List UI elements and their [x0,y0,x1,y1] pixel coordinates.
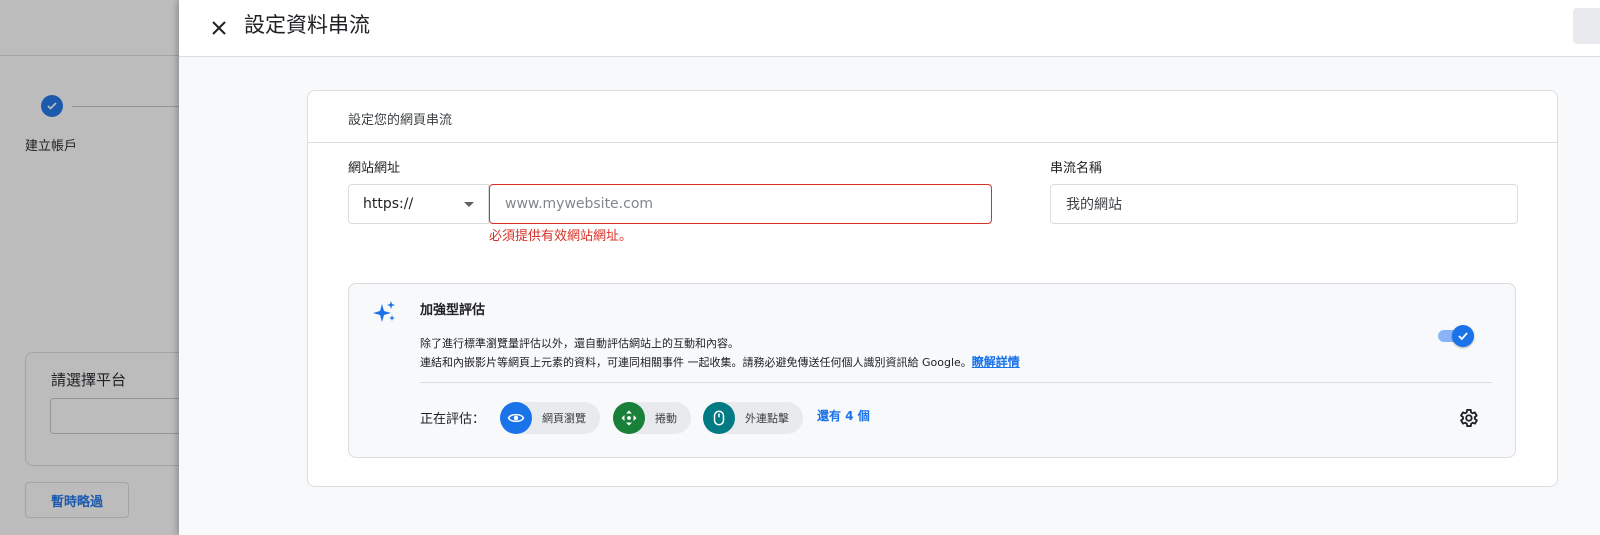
chip-label: 捲動 [655,412,677,425]
chip-outbound-clicks[interactable]: 外連點擊 [703,402,803,434]
sparkle-icon [373,301,395,322]
enhanced-measurement-toggle[interactable] [1438,325,1474,347]
enhanced-description-line2: 連結和內嵌影片等網頁上元素的資料，可連同相關事件 一起收集。請務必避免傳送任何個… [420,353,1020,370]
data-stream-panel: 設定資料串流 設定您的網頁串流 網站網址 https:// 必須提供有效網站網址… [179,0,1600,535]
close-icon [212,21,226,35]
stream-name-input[interactable] [1050,184,1518,224]
modal-scrim[interactable] [0,0,179,535]
chip-label: 網頁瀏覽 [542,412,586,425]
website-url-label: 網站網址 [348,161,401,176]
enhanced-description-line1: 除了進行標準瀏覽量評估以外，還自動評估網站上的互動和內容。 [420,337,739,350]
more-events-link[interactable]: 還有 4 個 [817,407,870,424]
enhanced-divider [420,382,1492,383]
protocol-value: https:// [363,196,414,212]
website-url-input[interactable] [489,184,992,224]
toggle-check-icon [1452,325,1474,347]
card-header: 設定您的網頁串流 [308,91,1557,143]
learn-more-link[interactable]: 瞭解詳情 [972,355,1020,369]
gear-icon [1460,409,1478,427]
eye-icon [500,402,532,434]
enhanced-description-line2-text: 連結和內嵌影片等網頁上元素的資料，可連同相關事件 一起收集。請務必避免傳送任何個… [420,356,972,369]
url-error-message: 必須提供有效網站網址。 [489,229,633,244]
panel-title: 設定資料串流 [244,13,370,37]
chip-scrolls[interactable]: 捲動 [613,402,691,434]
create-stream-button[interactable] [1573,8,1600,44]
protocol-select[interactable]: https:// [348,184,489,224]
close-button[interactable] [203,12,235,44]
panel-header: 設定資料串流 [179,0,1600,57]
chip-label: 外連點擊 [745,412,789,425]
enhanced-measurement-box: 加強型評估 除了進行標準瀏覽量評估以外，還自動評估網站上的互動和內容。 連結和內… [348,283,1516,458]
mouse-icon [703,402,735,434]
web-stream-card: 設定您的網頁串流 網站網址 https:// 必須提供有效網站網址。 串流名稱 … [307,90,1558,487]
chip-page-views[interactable]: 網頁瀏覽 [500,402,600,434]
dropdown-caret-icon [464,202,474,207]
scroll-icon [613,402,645,434]
enhanced-measurement-title: 加強型評估 [420,303,486,318]
stream-name-label: 串流名稱 [1050,161,1103,176]
settings-button[interactable] [1456,406,1480,430]
measuring-label: 正在評估： [420,412,486,427]
card-header-title: 設定您的網頁串流 [348,113,453,128]
